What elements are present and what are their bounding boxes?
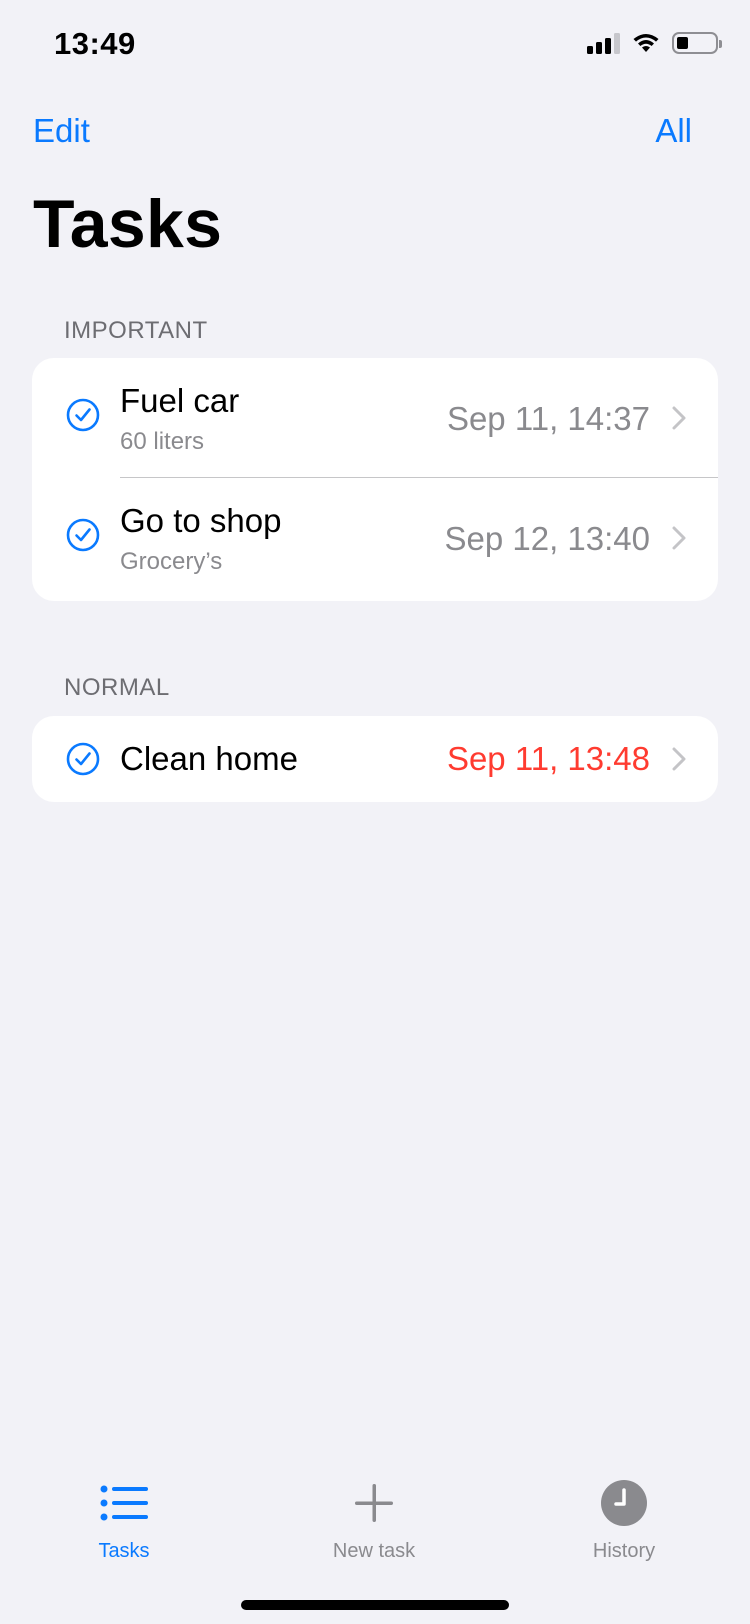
checkmark-circle-icon[interactable]	[66, 742, 100, 776]
home-indicator	[241, 1600, 509, 1610]
task-due-date: Sep 11, 14:37	[446, 400, 650, 437]
chevron-right-icon	[672, 406, 686, 430]
wifi-icon	[633, 34, 659, 52]
section-header-normal: NORMAL	[64, 674, 170, 701]
tab-tasks[interactable]: Tasks	[44, 1478, 204, 1563]
list-bullet-icon	[100, 1485, 148, 1521]
task-due-date: Sep 12, 13:40	[444, 520, 650, 557]
chevron-right-icon	[672, 526, 686, 550]
tab-new-task[interactable]: New task	[294, 1478, 454, 1563]
edit-button[interactable]: Edit	[33, 112, 90, 150]
task-title: Clean home	[120, 740, 298, 777]
task-row[interactable]: Fuel car 60 liters Sep 11, 14:37	[32, 358, 718, 478]
important-tasks-card: Fuel car 60 liters Sep 11, 14:37 Go to s…	[32, 358, 718, 601]
chevron-right-icon	[672, 747, 686, 771]
page-title: Tasks	[33, 186, 223, 262]
section-header-important: IMPORTANT	[64, 317, 208, 344]
task-row[interactable]: Go to shop Grocery’s Sep 12, 13:40	[32, 478, 718, 598]
plus-icon	[355, 1484, 393, 1522]
task-due-date-overdue: Sep 11, 13:48	[446, 740, 650, 777]
filter-all-button[interactable]: All	[655, 112, 692, 150]
task-title: Go to shop	[120, 502, 282, 539]
checkmark-circle-icon[interactable]	[66, 518, 100, 552]
task-title: Fuel car	[120, 382, 240, 419]
status-icons	[587, 32, 722, 54]
status-bar: 13:49	[0, 0, 750, 90]
tasks-screen: 13:49 Edit All Tasks IMPORTANT Fuel car …	[0, 0, 750, 1624]
checkmark-circle-icon[interactable]	[66, 398, 100, 432]
tab-bar: Tasks New task History	[0, 1454, 750, 1624]
battery-icon	[672, 32, 722, 54]
tab-history[interactable]: History	[544, 1478, 704, 1563]
status-time: 13:49	[54, 26, 136, 61]
clock-icon	[601, 1480, 647, 1526]
tab-history-label: History	[592, 1540, 656, 1562]
tab-tasks-label: Tasks	[98, 1540, 150, 1562]
task-subtitle: Grocery’s	[120, 548, 223, 575]
normal-tasks-card: Clean home Sep 11, 13:48	[32, 716, 718, 802]
cellular-signal-icon	[587, 32, 620, 54]
task-row[interactable]: Clean home Sep 11, 13:48	[32, 716, 718, 802]
task-subtitle: 60 liters	[120, 428, 205, 455]
tab-new-task-label: New task	[332, 1540, 416, 1562]
